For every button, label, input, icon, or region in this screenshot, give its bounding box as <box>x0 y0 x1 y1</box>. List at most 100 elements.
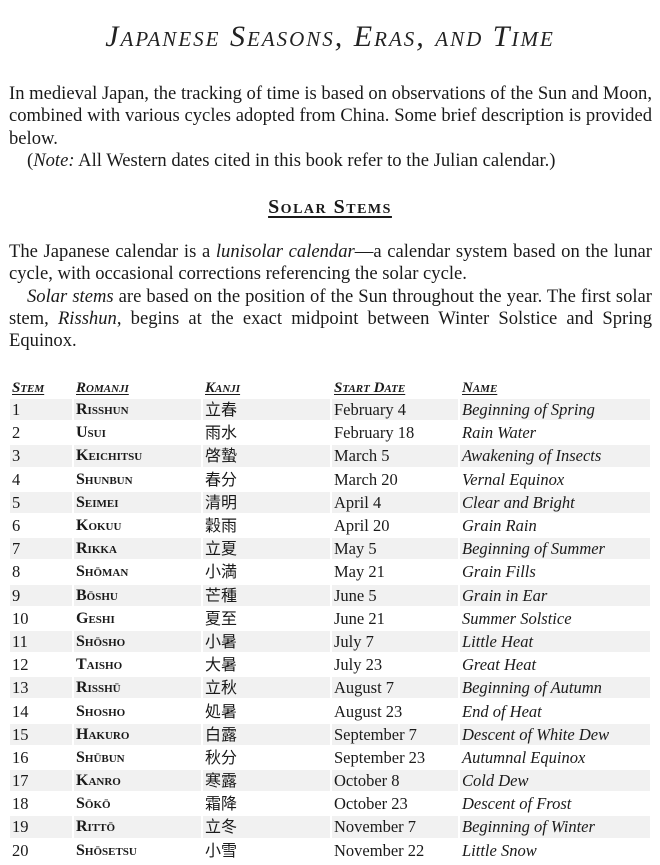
kanji-cell: 立冬 <box>203 816 330 838</box>
note-label: Note: <box>33 149 75 171</box>
note-text: All Western dates cited in this book ref… <box>74 149 556 171</box>
start-date-cell: April 4 <box>332 491 458 513</box>
name-cell: Beginning of Summer <box>460 538 650 560</box>
start-date-cell: August 7 <box>332 677 458 699</box>
name-cell: Vernal Equinox <box>462 469 565 489</box>
name-cell: Beginning of Spring <box>460 399 650 421</box>
start-date-cell: November 7 <box>332 816 458 838</box>
stem-cell: 2 <box>12 423 21 443</box>
kanji-cell: 小満 <box>205 562 238 582</box>
table-row: 11 Shōsho 小暑 July 7 Little Heat <box>10 630 650 653</box>
kanji-cell: 芒種 <box>203 584 330 606</box>
start-date-cell: March 5 <box>332 445 458 467</box>
romanji-cell: Shūbun <box>76 748 125 766</box>
kanji-cell: 春分 <box>205 469 238 489</box>
table-row: 13 Risshū 立秋 August 7 Beginning of Autumn <box>10 677 650 699</box>
romanji-cell: Risshū <box>74 677 201 699</box>
romanji-cell: Risshun <box>74 399 201 421</box>
table-row: 18 Sōkō 霜降 October 23 Descent of Frost <box>10 793 650 814</box>
name-cell: Beginning of Winter <box>460 816 650 838</box>
header-label: Kanji <box>205 380 241 396</box>
page-title: Japanese Seasons, Eras, and Time <box>105 20 555 53</box>
name-cell: End of Heat <box>462 701 542 721</box>
stem-cell: 7 <box>10 538 72 560</box>
romanji-cell: Taisho <box>76 656 123 674</box>
romanji-cell: Shunbun <box>76 470 133 488</box>
name-cell: Grain Rain <box>462 516 537 536</box>
header-stem: Stem <box>10 375 72 397</box>
start-date-cell: August 23 <box>334 701 403 721</box>
stem-cell: 13 <box>10 677 72 699</box>
kanji-cell: 啓蟄 <box>203 445 330 467</box>
kanji-cell: 処暑 <box>205 701 238 721</box>
start-date-cell: July 7 <box>332 630 458 653</box>
header-romanji: Romanji <box>74 375 201 397</box>
romanji-cell: Hakuro <box>74 723 201 745</box>
lunisolar-paragraph: The Japanese calendar is a lunisolar cal… <box>9 241 652 286</box>
table-row: 16 Shūbun 秋分 September 23 Autumnal Equinox <box>10 747 650 768</box>
name-cell: Awakening of Insects <box>460 445 650 467</box>
intro-section: In medieval Japan, the tracking of time … <box>9 83 652 172</box>
kanji-cell: 大暑 <box>205 655 238 675</box>
table-row: 3 Keichitsu 啓蟄 March 5 Awakening of Insects <box>10 445 650 467</box>
name-cell: Descent of White Dew <box>460 723 650 745</box>
stem-cell: 10 <box>12 608 29 628</box>
table-row: 1 Risshun 立春 February 4 Beginning of Spring <box>10 399 650 421</box>
name-cell: Descent of Frost <box>462 794 572 814</box>
stem-cell: 4 <box>12 469 21 489</box>
header-start-date: Start Date <box>332 375 458 397</box>
start-date-cell: February 18 <box>334 423 415 443</box>
solar-stems-paragraph: Solar stems are based on the position of… <box>9 286 652 353</box>
name-cell: Grain in Ear <box>460 584 650 606</box>
start-date-cell: July 23 <box>334 655 383 675</box>
header-label: Romanji <box>76 380 129 396</box>
header-name: Name <box>460 375 650 397</box>
kanji-cell: 穀雨 <box>205 516 238 536</box>
table-row: 2 Usui 雨水 February 18 Rain Water <box>10 422 650 443</box>
risshun-term: Risshun <box>57 307 117 329</box>
romanji-cell: Seimei <box>74 491 201 513</box>
start-date-cell: June 21 <box>334 608 385 628</box>
table-row: 17 Kanro 寒露 October 8 Cold Dew <box>10 770 650 792</box>
table-row: 9 Bōshu 芒種 June 5 Grain in Ear <box>10 584 650 606</box>
start-date-cell: September 23 <box>334 747 426 767</box>
table-row: 12 Taisho 大暑 July 23 Great Heat <box>10 654 650 675</box>
start-date-cell: October 8 <box>332 770 458 792</box>
name-cell: Beginning of Autumn <box>460 677 650 699</box>
kanji-cell: 立春 <box>203 399 330 421</box>
romanji-cell: Kanro <box>74 770 201 792</box>
table-row: 14 Shosho 処暑 August 23 End of Heat <box>10 700 650 721</box>
table-row: 15 Hakuro 白露 September 7 Descent of White De… <box>10 723 650 745</box>
solar-stems-text: The Japanese calendar is a lunisolar cal… <box>9 241 652 352</box>
header-label: Stem <box>12 380 45 396</box>
kanji-cell: 立夏 <box>203 538 330 560</box>
start-date-cell: September 7 <box>332 723 458 745</box>
kanji-cell: 秋分 <box>205 747 238 767</box>
name-cell: Little Heat <box>460 630 650 653</box>
romanji-cell: Rikka <box>74 538 201 560</box>
stem-cell: 5 <box>10 491 72 513</box>
romanji-cell: Kokuu <box>76 517 122 535</box>
stem-cell: 12 <box>12 655 29 675</box>
stem-cell: 16 <box>12 747 29 767</box>
header-label: Name <box>462 380 498 396</box>
stem-cell: 8 <box>12 562 21 582</box>
stem-cell: 11 <box>10 630 72 653</box>
stem-cell: 6 <box>12 516 21 536</box>
name-cell: Little Snow <box>462 840 537 860</box>
start-date-cell: October 23 <box>334 794 408 814</box>
stem-cell: 1 <box>10 399 72 421</box>
start-date-cell: February 4 <box>332 399 458 421</box>
table-row: 6 Kokuu 穀雨 April 20 Grain Rain <box>10 515 650 536</box>
section-heading-solar-stems: Solar Stems <box>0 194 660 220</box>
table-row: 7 Rikka 立夏 May 5 Beginning of Summer <box>10 538 650 560</box>
table-header-row: Stem Romanji Kanji Start Date Name <box>10 375 650 397</box>
name-cell: Summer Solstice <box>462 608 572 628</box>
name-cell: Cold Dew <box>460 770 650 792</box>
romanji-cell: Bōshu <box>74 584 201 606</box>
table-row: 19 Rittō 立冬 November 7 Beginning of Winter <box>10 816 650 838</box>
start-date-cell: June 5 <box>332 584 458 606</box>
start-date-cell: May 5 <box>332 538 458 560</box>
table-row: 8 Shōman 小満 May 21 Grain Fills <box>10 561 650 582</box>
start-date-cell: May 21 <box>334 562 385 582</box>
